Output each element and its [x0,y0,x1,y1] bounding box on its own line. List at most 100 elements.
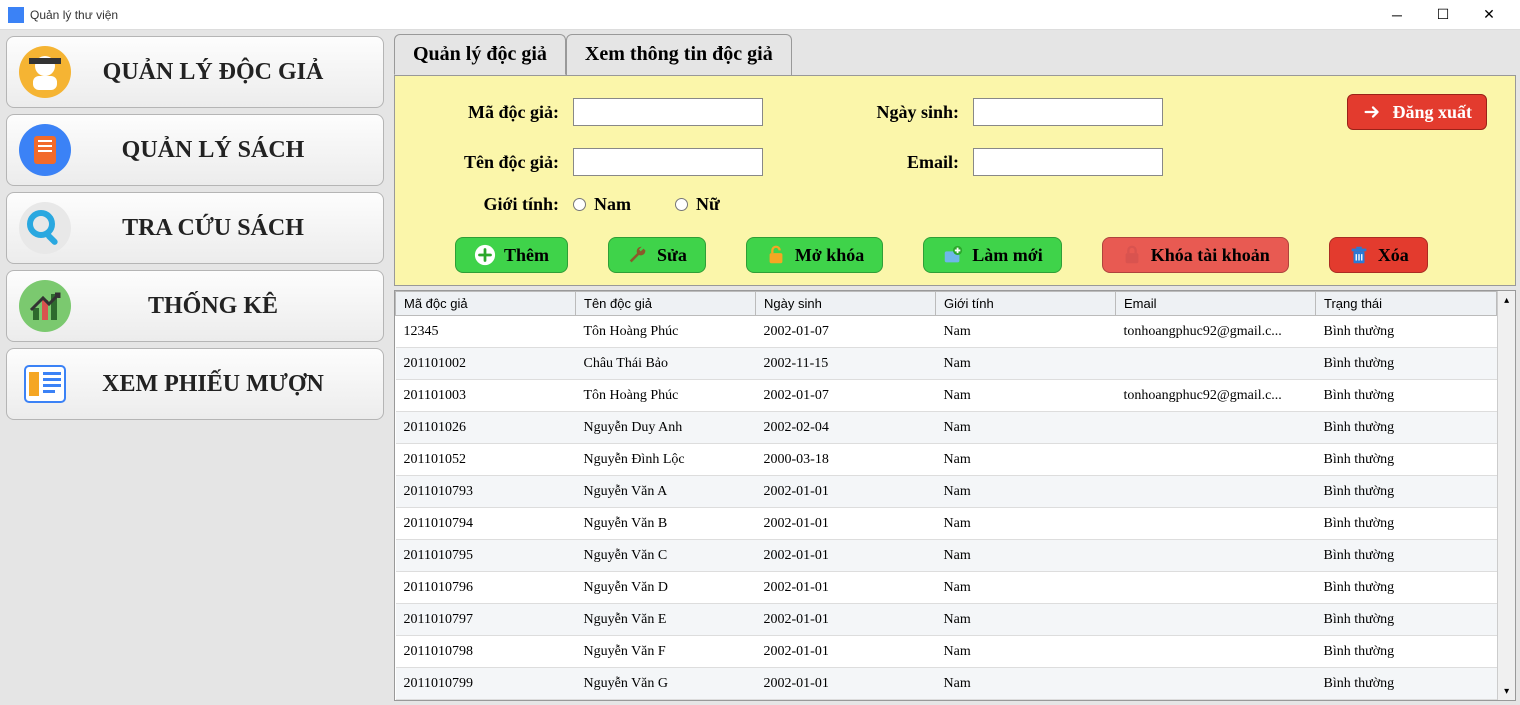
refresh-label: Làm mới [972,245,1042,266]
table-row[interactable]: 201101026Nguyễn Duy Anh2002-02-04NamBình… [396,412,1497,444]
table-cell: 2002-11-15 [756,348,936,380]
sidebar-item-label: TRA CỨU SÁCH [85,215,371,242]
column-header[interactable]: Ngày sinh [756,292,936,316]
radio-male-input[interactable] [573,198,586,211]
table-cell: Bình thường [1316,316,1497,348]
lock-button[interactable]: Khóa tài khoản [1102,237,1289,273]
scrollbar[interactable]: ▴ ▾ [1497,291,1515,700]
input-dob[interactable] [973,98,1163,126]
table-cell: 2011010794 [396,508,576,540]
table-cell: 2011010795 [396,540,576,572]
maximize-button[interactable]: ☐ [1420,0,1466,30]
table-cell: Bình thường [1316,412,1497,444]
unlock-icon [765,244,787,266]
add-label: Thêm [504,245,549,266]
column-header[interactable]: Giới tính [936,292,1116,316]
tab-view-reader[interactable]: Xem thông tin độc giả [566,34,792,75]
add-button[interactable]: Thêm [455,237,568,273]
refresh-button[interactable]: Làm mới [923,237,1061,273]
sidebar: QUẢN LÝ ĐỘC GIẢ QUẢN LÝ SÁCH TRA CỨU SÁC… [0,30,390,705]
radio-male[interactable]: Nam [573,194,631,215]
table-cell: Nam [936,348,1116,380]
table-cell: Nam [936,412,1116,444]
table-cell: Tôn Hoàng Phúc [576,316,756,348]
table-row[interactable]: 2011010798Nguyễn Văn F2002-01-01NamBình … [396,636,1497,668]
column-header[interactable]: Mã độc giả [396,292,576,316]
table-cell: Nam [936,572,1116,604]
lock-icon [1121,244,1143,266]
column-header[interactable]: Trạng thái [1316,292,1497,316]
sidebar-item-books[interactable]: QUẢN LÝ SÁCH [6,114,384,186]
table-cell: Nguyễn Văn G [576,668,756,700]
table-cell [1116,540,1316,572]
column-header[interactable]: Email [1116,292,1316,316]
table-cell: Nam [936,380,1116,412]
table-cell: 2002-01-01 [756,476,936,508]
table-cell [1116,412,1316,444]
table-cell: Nam [936,636,1116,668]
table-cell: Châu Thái Bảo [576,348,756,380]
table-cell: 2011010796 [396,572,576,604]
radio-female[interactable]: Nữ [675,194,720,215]
refresh-plus-icon [942,244,964,266]
table-cell: Nguyễn Văn F [576,636,756,668]
close-button[interactable]: ✕ [1466,0,1512,30]
table-row[interactable]: 2011010797Nguyễn Văn E2002-01-01NamBình … [396,604,1497,636]
input-email[interactable] [973,148,1163,176]
table-row[interactable]: 2011010795Nguyễn Văn C2002-01-01NamBình … [396,540,1497,572]
unlock-label: Mở khóa [795,245,864,266]
table-cell: 201101026 [396,412,576,444]
logout-button[interactable]: Đăng xuất [1347,94,1487,130]
label-reader-name: Tên độc giả: [423,152,573,173]
sidebar-item-readers[interactable]: QUẢN LÝ ĐỘC GIẢ [6,36,384,108]
table-cell: Bình thường [1316,380,1497,412]
reader-table[interactable]: Mã độc giảTên độc giảNgày sinhGiới tínhE… [395,291,1497,700]
sidebar-item-stats[interactable]: THỐNG KÊ [6,270,384,342]
table-row[interactable]: 2011010794Nguyễn Văn B2002-01-01NamBình … [396,508,1497,540]
table-cell: Bình thường [1316,668,1497,700]
delete-button[interactable]: Xóa [1329,237,1428,273]
table-cell [1116,476,1316,508]
sidebar-item-search[interactable]: TRA CỨU SÁCH [6,192,384,264]
table-row[interactable]: 2011010799Nguyễn Văn G2002-01-01NamBình … [396,668,1497,700]
table-cell: Nguyễn Văn D [576,572,756,604]
table-row[interactable]: 12345Tôn Hoàng Phúc2002-01-07Namtonhoang… [396,316,1497,348]
trash-icon [1348,244,1370,266]
unlock-button[interactable]: Mở khóa [746,237,883,273]
table-cell: Nguyễn Văn B [576,508,756,540]
tabbar: Quản lý độc giả Xem thông tin độc giả [390,30,1520,75]
scroll-down-icon[interactable]: ▾ [1498,682,1515,700]
table-cell: Bình thường [1316,540,1497,572]
minimize-button[interactable]: ─ [1374,0,1420,30]
table-cell [1116,508,1316,540]
tab-manage-reader[interactable]: Quản lý độc giả [394,34,566,75]
table-row[interactable]: 201101052Nguyễn Đình Lộc2000-03-18NamBìn… [396,444,1497,476]
sidebar-item-loan[interactable]: XEM PHIẾU MƯỢN [6,348,384,420]
input-reader-name[interactable] [573,148,763,176]
plus-circle-icon [474,244,496,266]
table-row[interactable]: 201101002Châu Thái Bảo2002-11-15NamBình … [396,348,1497,380]
chart-icon [19,280,71,332]
table-cell: Nam [936,668,1116,700]
radio-female-label: Nữ [696,194,720,215]
table-row[interactable]: 2011010793Nguyễn Văn A2002-01-01NamBình … [396,476,1497,508]
table-cell: 12345 [396,316,576,348]
wrench-icon [627,244,649,266]
table-row[interactable]: 2011010796Nguyễn Văn D2002-01-01NamBình … [396,572,1497,604]
edit-label: Sửa [657,245,687,266]
reader-icon [19,46,71,98]
app-icon [8,7,24,23]
table-cell: 2002-01-01 [756,636,936,668]
edit-button[interactable]: Sửa [608,237,706,273]
radio-male-label: Nam [594,194,631,215]
table-row[interactable]: 201101003Tôn Hoàng Phúc2002-01-07Namtonh… [396,380,1497,412]
table-cell: 2011010793 [396,476,576,508]
input-reader-id[interactable] [573,98,763,126]
scroll-up-icon[interactable]: ▴ [1498,291,1515,309]
reader-table-wrap: Mã độc giảTên độc giảNgày sinhGiới tínhE… [394,290,1516,701]
tab-label: Quản lý độc giả [413,43,547,65]
table-cell: Bình thường [1316,348,1497,380]
radio-female-input[interactable] [675,198,688,211]
table-cell: Bình thường [1316,604,1497,636]
column-header[interactable]: Tên độc giả [576,292,756,316]
